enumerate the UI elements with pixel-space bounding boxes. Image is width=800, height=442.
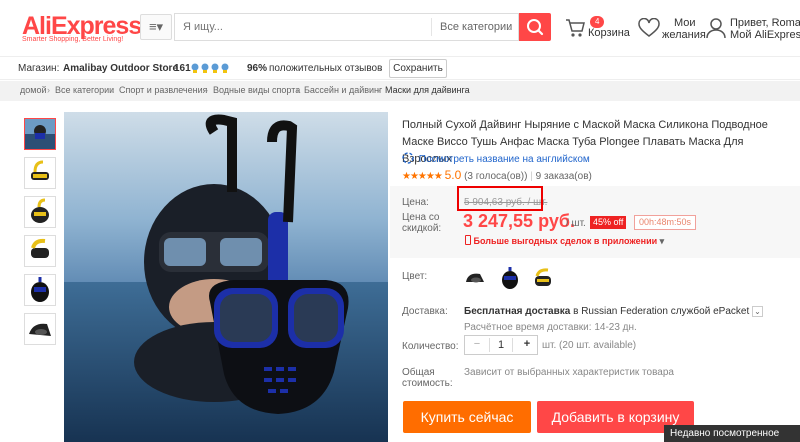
site-header: AliExpress Smarter Shopping, Better Livi… bbox=[0, 0, 800, 56]
shipping-options-dropdown[interactable]: ⌄ bbox=[752, 306, 764, 317]
breadcrumb-current: Маски для дайвинга bbox=[385, 85, 470, 95]
breadcrumb: домой › Все категории › Спорт и развлече… bbox=[0, 81, 800, 101]
discount-badge: 45% off bbox=[590, 216, 627, 229]
thumbnail-2[interactable] bbox=[24, 157, 56, 189]
total-price-text: Зависит от выбранных характеристик товар… bbox=[464, 367, 674, 378]
chevron-down-icon[interactable]: ⌄ bbox=[375, 63, 383, 74]
discounted-price: 3 247,55 руб. bbox=[463, 211, 575, 231]
logo-tagline: Smarter Shopping, Better Living! bbox=[22, 36, 124, 43]
translate-title-link[interactable]: Посмотреть название на английском bbox=[402, 152, 590, 165]
search-button[interactable] bbox=[519, 13, 551, 41]
search-icon bbox=[527, 19, 544, 36]
shipping-method: службой ePacket bbox=[670, 306, 750, 317]
delivery-estimate: Расчётное время доставки: 14-23 дн. bbox=[464, 322, 637, 333]
discount-label-line2: скидкой: bbox=[402, 223, 442, 234]
breadcrumb-pool-diving[interactable]: Бассейн и дайвинг bbox=[304, 85, 382, 95]
rating-value: 5.0 bbox=[444, 168, 462, 182]
rating-row: ★★★★★ 5.0 (3 голоса(ов)) | 9 заказа(ов) bbox=[402, 168, 592, 182]
wishlist-label-line2: желания bbox=[662, 29, 706, 41]
category-select[interactable]: Все категории ⌄ bbox=[431, 18, 519, 36]
price-highlight-box bbox=[457, 186, 543, 211]
search-box: Все категории⌄ bbox=[174, 13, 519, 41]
chevron-down-icon: ⌄ bbox=[505, 22, 513, 32]
quantity-stepper: − 1 + bbox=[464, 335, 538, 355]
store-score: 161 bbox=[174, 63, 191, 74]
thumbnail-6[interactable] bbox=[24, 313, 56, 345]
color-option-black[interactable] bbox=[461, 265, 491, 291]
color-option-blue[interactable] bbox=[495, 265, 525, 291]
phone-icon bbox=[465, 235, 471, 245]
thumbnail-5[interactable] bbox=[24, 274, 56, 306]
total-label-line1: Общая bbox=[402, 367, 435, 378]
store-label: Магазин: bbox=[18, 63, 60, 74]
cart-icon bbox=[566, 19, 585, 37]
rating-stars: ★★★★★ bbox=[402, 171, 443, 182]
discount-label-line1: Цена со bbox=[402, 212, 440, 223]
price-unit: / шт. bbox=[566, 218, 586, 229]
buy-now-button[interactable]: Купить сейчас bbox=[403, 401, 531, 433]
save-store-button[interactable]: Сохранить bbox=[389, 59, 447, 78]
my-aliexpress-label: Мой AliExpress bbox=[730, 29, 800, 41]
orders-count: 9 заказа(ов) bbox=[535, 171, 592, 182]
shipping-info: Бесплатная доставка в Russian Federation… bbox=[464, 306, 764, 317]
color-label: Цвет: bbox=[402, 271, 428, 282]
thumbnail-3[interactable] bbox=[24, 196, 56, 228]
recently-viewed-bar[interactable]: Недавно посмотренное bbox=[664, 425, 800, 442]
price-label: Цена: bbox=[402, 197, 429, 208]
breadcrumb-water-sports[interactable]: Водные виды спорта bbox=[213, 85, 300, 95]
breadcrumb-home[interactable]: домой bbox=[20, 85, 46, 95]
wishlist-label-line1: Мои bbox=[674, 17, 696, 29]
feedback-label: положительных отзывов bbox=[269, 63, 383, 74]
quantity-input[interactable]: 1 bbox=[489, 338, 513, 352]
total-label-line2: стоимость: bbox=[402, 378, 453, 389]
search-input[interactable] bbox=[175, 14, 430, 40]
user-icon bbox=[706, 18, 726, 39]
thumbnail-4[interactable] bbox=[24, 235, 56, 267]
breadcrumb-sports[interactable]: Спорт и развлечения bbox=[119, 85, 207, 95]
countdown-timer: 00h:48m:50s bbox=[634, 215, 697, 230]
store-medals-icon bbox=[190, 62, 232, 77]
rating-votes-link[interactable]: (3 голоса(ов)) bbox=[464, 171, 527, 182]
store-bar: Магазин: Amalibay Outdoor Store 161 96% … bbox=[0, 56, 800, 80]
hamburger-icon: ≡▾ bbox=[148, 19, 164, 34]
quantity-decrease-button[interactable]: − bbox=[471, 338, 483, 350]
store-name-link[interactable]: Amalibay Outdoor Store bbox=[63, 63, 178, 74]
app-deals-link[interactable]: Больше выгодных сделок в приложении ▾ bbox=[465, 235, 664, 247]
user-greeting: Привет, Roman bbox=[730, 17, 800, 29]
free-shipping-text: Бесплатная доставка bbox=[464, 306, 571, 317]
translate-icon bbox=[402, 152, 414, 164]
cart-label: Корзина bbox=[588, 27, 630, 39]
shipping-label: Доставка: bbox=[402, 306, 448, 317]
heart-icon bbox=[638, 18, 660, 37]
chevron-down-icon: ▾ bbox=[659, 236, 665, 246]
breadcrumb-all-categories[interactable]: Все категории bbox=[55, 85, 114, 95]
color-option-yellow[interactable] bbox=[528, 265, 558, 291]
quantity-available: шт. (20 шт. available) bbox=[542, 340, 637, 351]
quantity-increase-button[interactable]: + bbox=[521, 338, 533, 350]
category-menu-button[interactable]: ≡▾ bbox=[140, 14, 172, 40]
main-product-image[interactable] bbox=[64, 112, 388, 442]
thumbnail-1[interactable] bbox=[24, 118, 56, 150]
aliexpress-logo[interactable]: AliExpress Smarter Shopping, Better Livi… bbox=[22, 12, 142, 43]
shipping-country: Russian Federation bbox=[581, 306, 668, 317]
quantity-label: Количество: bbox=[402, 341, 459, 352]
feedback-percent: 96% bbox=[247, 63, 268, 74]
